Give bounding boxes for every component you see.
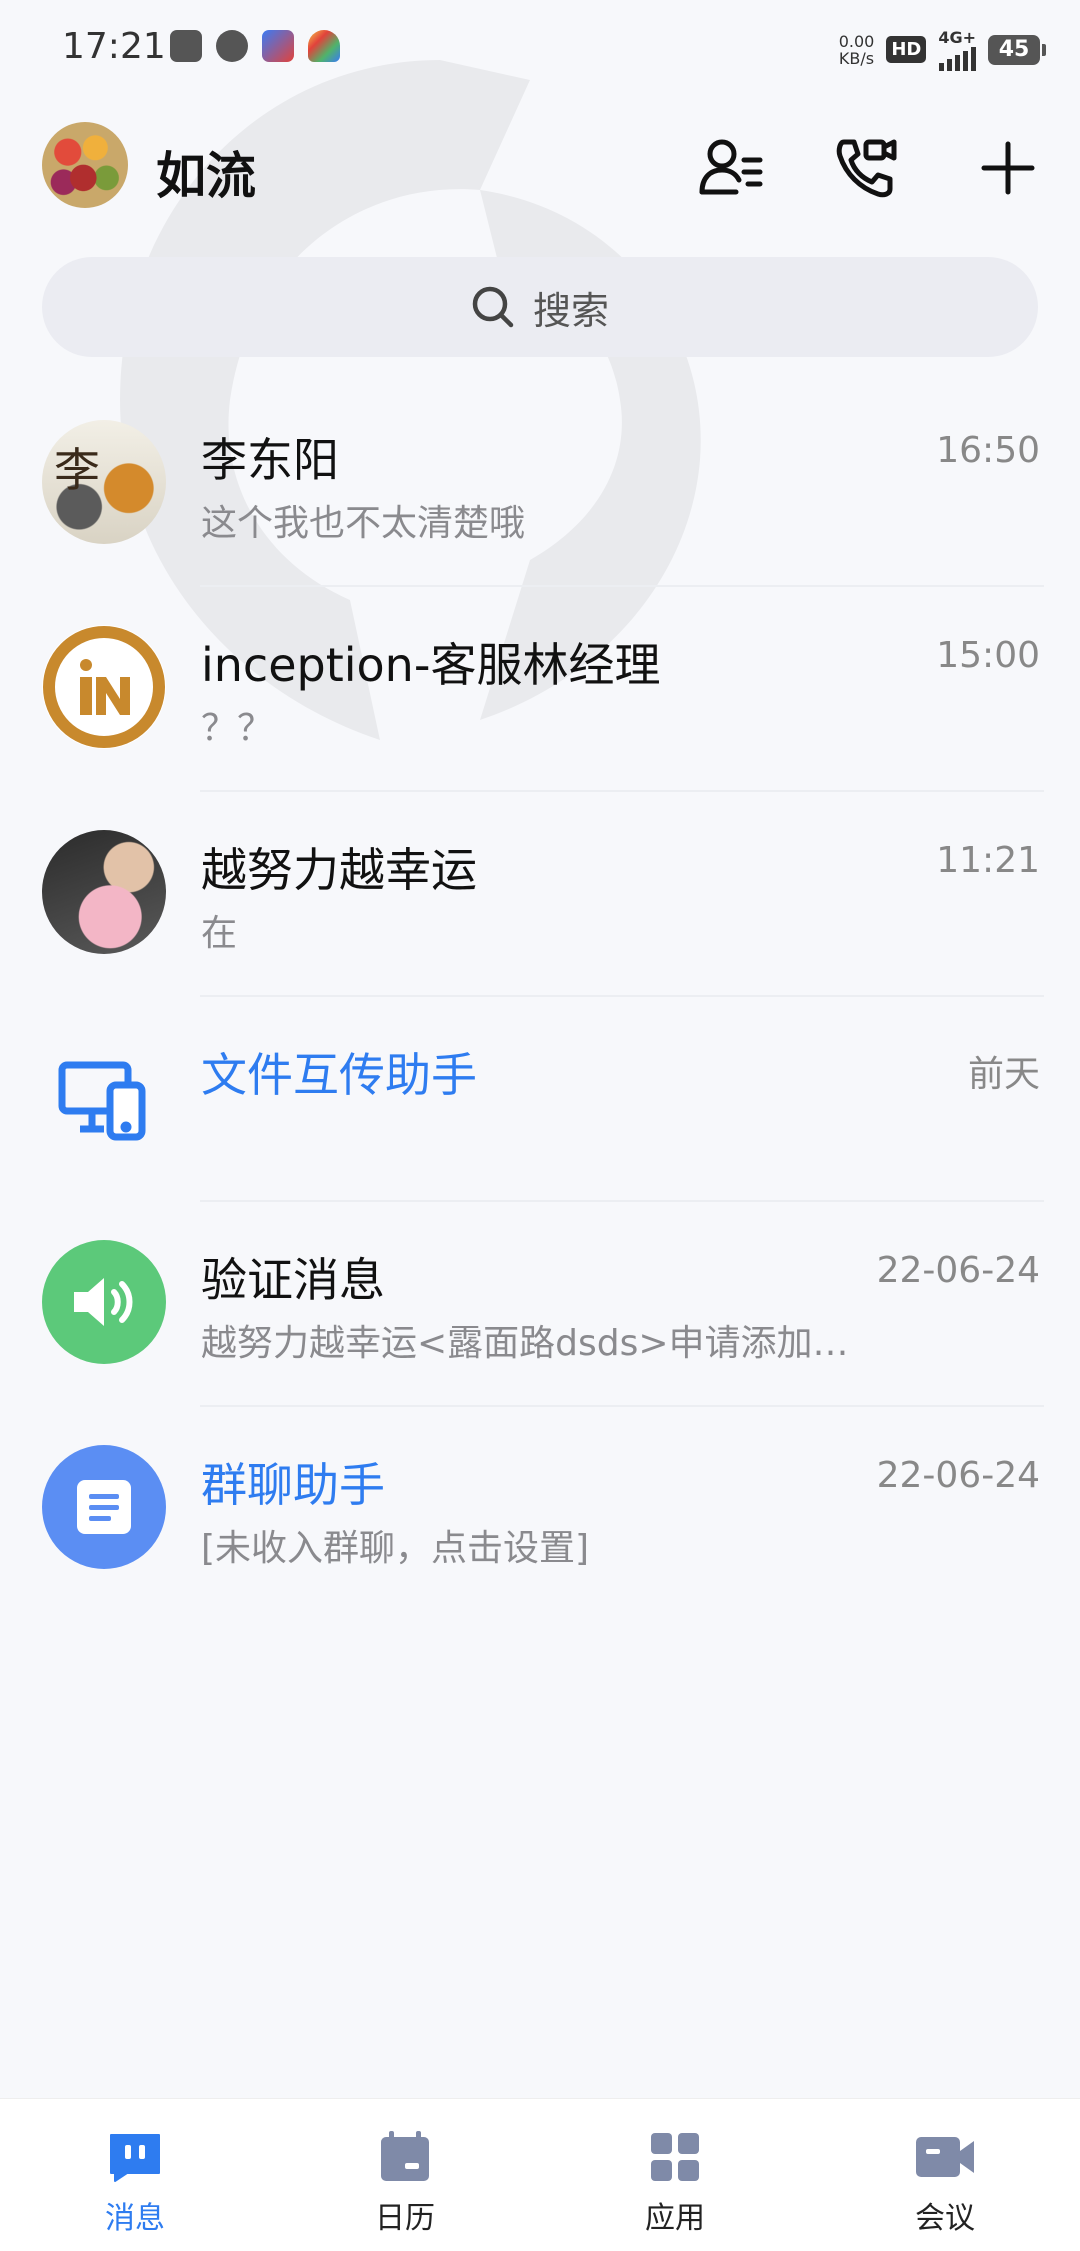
tab-label: 会议 bbox=[915, 2201, 975, 2236]
conversation-preview: ？？ bbox=[201, 708, 274, 749]
conversation-preview: 在 bbox=[201, 913, 238, 954]
tab-messages[interactable]: 消息 bbox=[0, 2099, 270, 2251]
conversation-preview: 这个我也不太清楚哦 bbox=[201, 503, 526, 544]
conversation-item[interactable]: 群聊助手 22-06-24 [未收入群聊，点击设置] bbox=[0, 1407, 1080, 1612]
search-bar[interactable]: 搜索 bbox=[42, 257, 1038, 357]
speedometer-icon bbox=[216, 30, 248, 62]
contact-avatar bbox=[42, 1445, 166, 1569]
conversation-time: 11:21 bbox=[936, 840, 1040, 881]
conversation-preview: [未收入群聊，点击设置] bbox=[201, 1528, 590, 1569]
apps-grid-icon bbox=[651, 2133, 699, 2181]
baidu-app-icon bbox=[262, 30, 294, 62]
search-icon bbox=[472, 286, 514, 328]
contact-avatar bbox=[42, 830, 166, 954]
add-button[interactable] bbox=[968, 128, 1048, 208]
conversation-item[interactable]: 越努力越幸运 11:21 在 bbox=[0, 792, 1080, 997]
conversation-name: 越努力越幸运 bbox=[201, 843, 477, 897]
conversation-item[interactable]: inception-客服林经理 15:00 ？？ bbox=[0, 587, 1080, 792]
status-time: 17:21 bbox=[62, 26, 166, 67]
message-icon bbox=[110, 2134, 160, 2182]
conversation-time: 22-06-24 bbox=[876, 1455, 1040, 1496]
conversation-item[interactable]: 验证消息 22-06-24 越努力越幸运<露面路dsds>申请添加… bbox=[0, 1202, 1080, 1407]
tab-label: 消息 bbox=[105, 2201, 165, 2236]
bottom-navigation: 消息 日历 应用 会议 bbox=[0, 2098, 1080, 2251]
phone-video-icon bbox=[836, 139, 897, 198]
tab-apps[interactable]: 应用 bbox=[540, 2099, 810, 2251]
inception-logo-icon bbox=[43, 626, 165, 748]
contact-avatar bbox=[42, 1035, 166, 1159]
contact-avatar bbox=[42, 625, 166, 749]
contacts-button[interactable] bbox=[690, 128, 770, 208]
conversation-name: 群聊助手 bbox=[201, 1458, 385, 1512]
tab-label: 日历 bbox=[375, 2201, 435, 2236]
tab-label: 应用 bbox=[645, 2201, 705, 2236]
status-notification-icons bbox=[170, 30, 340, 62]
conversation-time: 22-06-24 bbox=[876, 1250, 1040, 1291]
calendar-icon bbox=[381, 2131, 429, 2181]
conversation-name: 文件互传助手 bbox=[201, 1048, 477, 1102]
speaker-icon bbox=[74, 1278, 133, 1326]
plus-icon bbox=[981, 141, 1035, 195]
app-notification-icon bbox=[170, 30, 202, 62]
device-transfer-icon bbox=[58, 1061, 146, 1141]
search-placeholder: 搜索 bbox=[532, 288, 609, 333]
colorful-app-icon bbox=[308, 30, 340, 62]
signal-icon: 4G+ bbox=[938, 28, 976, 71]
tab-meetings[interactable]: 会议 bbox=[810, 2099, 1080, 2251]
conversation-item[interactable]: 文件互传助手 前天 bbox=[0, 997, 1080, 1202]
contact-avatar bbox=[42, 1240, 166, 1364]
conversation-name: 验证消息 bbox=[201, 1253, 385, 1307]
user-avatar[interactable] bbox=[42, 122, 128, 208]
network-speed-unit: KB/s bbox=[838, 48, 875, 68]
conversation-name: inception-客服林经理 bbox=[201, 638, 661, 692]
hd-badge: HD bbox=[886, 36, 927, 63]
contact-avatar: 李 bbox=[42, 420, 166, 544]
network-speed-value: 0.00 bbox=[838, 31, 875, 51]
network-speed: 0.00 KB/s bbox=[839, 33, 875, 67]
conversation-time: 15:00 bbox=[936, 635, 1040, 676]
group-document-icon bbox=[77, 1480, 131, 1534]
network-type: 4G+ bbox=[938, 28, 976, 47]
battery-level: 45 bbox=[998, 36, 1030, 62]
page-title: 如流 bbox=[156, 147, 256, 205]
conversation-item[interactable]: 李 李东阳 16:50 这个我也不太清楚哦 bbox=[0, 382, 1080, 587]
video-camera-icon bbox=[916, 2137, 974, 2177]
avatar-calligraphy: 李 bbox=[54, 443, 100, 497]
conversation-time: 前天 bbox=[967, 1054, 1040, 1095]
tab-calendar[interactable]: 日历 bbox=[270, 2099, 540, 2251]
contacts-icon bbox=[699, 139, 763, 195]
conversation-name: 李东阳 bbox=[201, 433, 339, 487]
call-button[interactable] bbox=[826, 128, 906, 208]
status-bar: 17:21 0.00 KB/s HD 4G+ 45 bbox=[0, 0, 1080, 100]
conversation-time: 16:50 bbox=[936, 430, 1040, 471]
conversation-preview: 越努力越幸运<露面路dsds>申请添加… bbox=[201, 1323, 849, 1364]
app-header: 如流 bbox=[0, 118, 1080, 218]
conversation-list: 李 李东阳 16:50 这个我也不太清楚哦 inception-客服林经理 15… bbox=[0, 382, 1080, 1612]
battery-icon: 45 bbox=[988, 34, 1046, 65]
